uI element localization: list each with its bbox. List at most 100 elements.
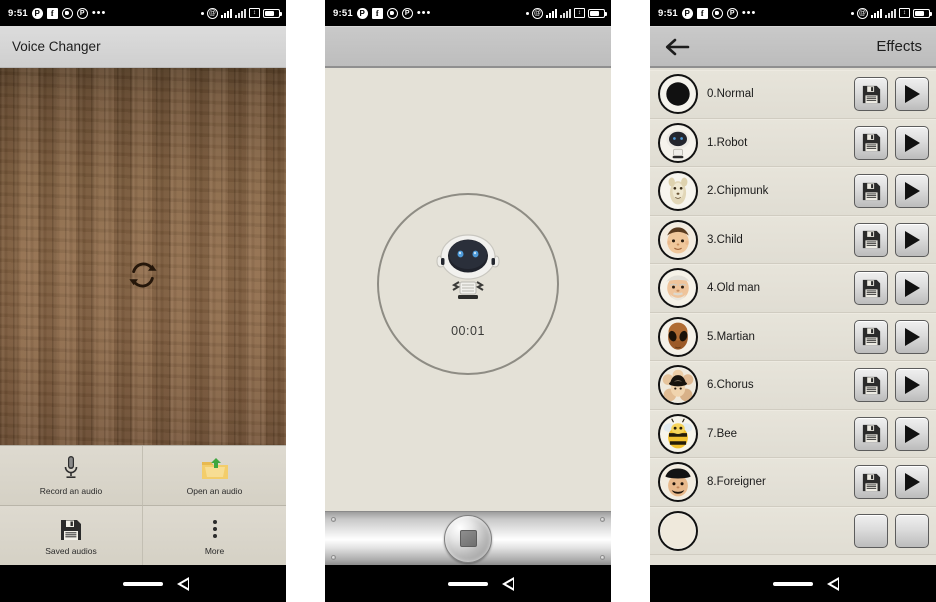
whatsapp-icon xyxy=(386,7,398,19)
list-item-label: 2.Chipmunk xyxy=(707,185,769,198)
open-an-audio-button[interactable]: Open an audio xyxy=(143,446,286,506)
app-header xyxy=(325,26,611,68)
list-item[interactable]: 0.Normal xyxy=(650,70,936,119)
stop-recording-button[interactable] xyxy=(444,514,492,563)
microphone-icon xyxy=(63,455,79,481)
cut-off-avatar xyxy=(658,510,698,551)
play-button[interactable] xyxy=(895,513,929,548)
panel-gap-1 xyxy=(286,0,325,602)
battery-icon xyxy=(263,8,282,18)
signal-bars-icon xyxy=(871,8,882,18)
play-button[interactable] xyxy=(895,77,929,112)
phone-panel-recording-screen: 9:51 P f P ••• @ ↕ 00:01 xyxy=(325,0,611,602)
chipmunk-avatar xyxy=(658,171,698,212)
status-bar: 9:51 P f P ••• @ ↕ xyxy=(650,0,936,26)
list-item[interactable]: 4.Old man xyxy=(650,264,936,313)
three-panel-screenshot: 9:51 P f P ••• @ ↕ Voice Changer Record … xyxy=(0,0,936,602)
home-pill-icon[interactable] xyxy=(448,581,488,586)
record-an-audio-button[interactable]: Record an audio xyxy=(0,446,143,506)
cell-label: Record an audio xyxy=(39,485,103,496)
list-item[interactable]: 2.Chipmunk xyxy=(650,167,936,216)
play-button[interactable] xyxy=(895,465,929,500)
facebook-icon: f xyxy=(696,7,708,19)
save-button[interactable] xyxy=(854,368,888,403)
play-button[interactable] xyxy=(895,319,929,354)
play-button[interactable] xyxy=(895,222,929,257)
signal-bars-icon xyxy=(546,8,557,18)
save-button[interactable] xyxy=(854,222,888,257)
bee-avatar xyxy=(658,413,698,454)
play-button[interactable] xyxy=(895,125,929,160)
recording-canvas: 00:01 xyxy=(325,70,611,565)
cell-label: Open an audio xyxy=(186,485,243,496)
floppy-disk-icon xyxy=(60,515,82,541)
recording-ring: 00:01 xyxy=(377,192,559,375)
at-circle-icon: @ xyxy=(857,7,868,19)
play-button[interactable] xyxy=(895,416,929,451)
refresh-sync-icon[interactable] xyxy=(126,258,160,292)
list-item[interactable]: 8.Foreigner xyxy=(650,458,936,507)
action-grid: Record an audio Open an audio Saved audi… xyxy=(0,445,286,565)
save-button[interactable] xyxy=(854,77,888,112)
p-circle-icon: P xyxy=(76,7,88,19)
list-item[interactable]: 6.Chorus xyxy=(650,361,936,410)
list-item-label: 5.Martian xyxy=(707,330,755,343)
save-button[interactable] xyxy=(854,416,888,451)
screw-icon xyxy=(600,555,605,560)
play-button[interactable] xyxy=(895,174,929,209)
screw-icon xyxy=(600,517,605,522)
list-item[interactable]: 7.Bee xyxy=(650,409,936,458)
list-item[interactable]: 3.Child xyxy=(650,215,936,264)
play-button[interactable] xyxy=(895,271,929,306)
pinterest-icon: P xyxy=(31,7,43,19)
overflow-dots-icon: ••• xyxy=(416,7,432,19)
play-triangle-icon xyxy=(904,85,920,104)
back-triangle-inner xyxy=(180,579,188,588)
save-button[interactable] xyxy=(854,513,888,548)
martian-avatar xyxy=(658,316,698,357)
facebook-icon: f xyxy=(371,7,383,19)
list-item[interactable] xyxy=(650,506,936,555)
vibrate-icon: ↕ xyxy=(249,8,260,18)
page-title: Effects xyxy=(876,38,922,55)
stop-square-icon xyxy=(459,530,477,547)
list-item[interactable]: 5.Martian xyxy=(650,312,936,361)
signal-bars-icon xyxy=(221,8,232,18)
play-button[interactable] xyxy=(895,368,929,403)
home-pill-icon[interactable] xyxy=(123,581,163,586)
play-triangle-icon xyxy=(904,327,920,346)
save-button[interactable] xyxy=(854,125,888,160)
status-clock: 9:51 xyxy=(333,7,353,19)
chorus-crowd-avatar xyxy=(658,365,698,406)
home-pill-icon[interactable] xyxy=(773,581,813,586)
app-header: Voice Changer xyxy=(0,26,286,68)
status-bar: 9:51 P f P ••• @ ↕ xyxy=(325,0,611,26)
pinterest-icon: P xyxy=(681,7,693,19)
back-arrow-icon[interactable] xyxy=(664,38,690,56)
vertical-dots-icon xyxy=(211,515,219,541)
list-item[interactable]: 1.Robot xyxy=(650,118,936,167)
play-triangle-icon xyxy=(904,133,920,152)
play-triangle-icon xyxy=(904,182,920,201)
system-nav-bar xyxy=(325,565,611,602)
status-bar-left: 9:51 P f P ••• xyxy=(658,7,756,19)
phone-panel-effects-screen: 9:51 P f P ••• @ ↕ Effects 0.Normal 1.Ro… xyxy=(650,0,936,602)
list-item-label: 8.Foreigner xyxy=(707,476,766,489)
whatsapp-icon xyxy=(61,7,73,19)
save-button[interactable] xyxy=(854,271,888,306)
list-item-label: 6.Chorus xyxy=(707,379,754,392)
save-button[interactable] xyxy=(854,174,888,209)
list-item-label: 4.Old man xyxy=(707,282,761,295)
dot-indicator-icon xyxy=(201,11,204,15)
normal-black-circle-avatar xyxy=(658,74,698,115)
effects-list[interactable]: 0.Normal 1.Robot 2.Chipmunk 3.Child 4.Ol… xyxy=(650,70,936,565)
more-button[interactable]: More xyxy=(143,505,286,565)
recording-timer: 00:01 xyxy=(451,323,485,338)
status-bar-right: @ ↕ xyxy=(526,7,607,19)
save-button[interactable] xyxy=(854,465,888,500)
robot-avatar xyxy=(658,122,698,163)
save-button[interactable] xyxy=(854,319,888,354)
saved-audios-button[interactable]: Saved audios xyxy=(0,505,143,565)
wood-canvas-area[interactable] xyxy=(0,68,286,482)
battery-icon xyxy=(913,8,932,18)
